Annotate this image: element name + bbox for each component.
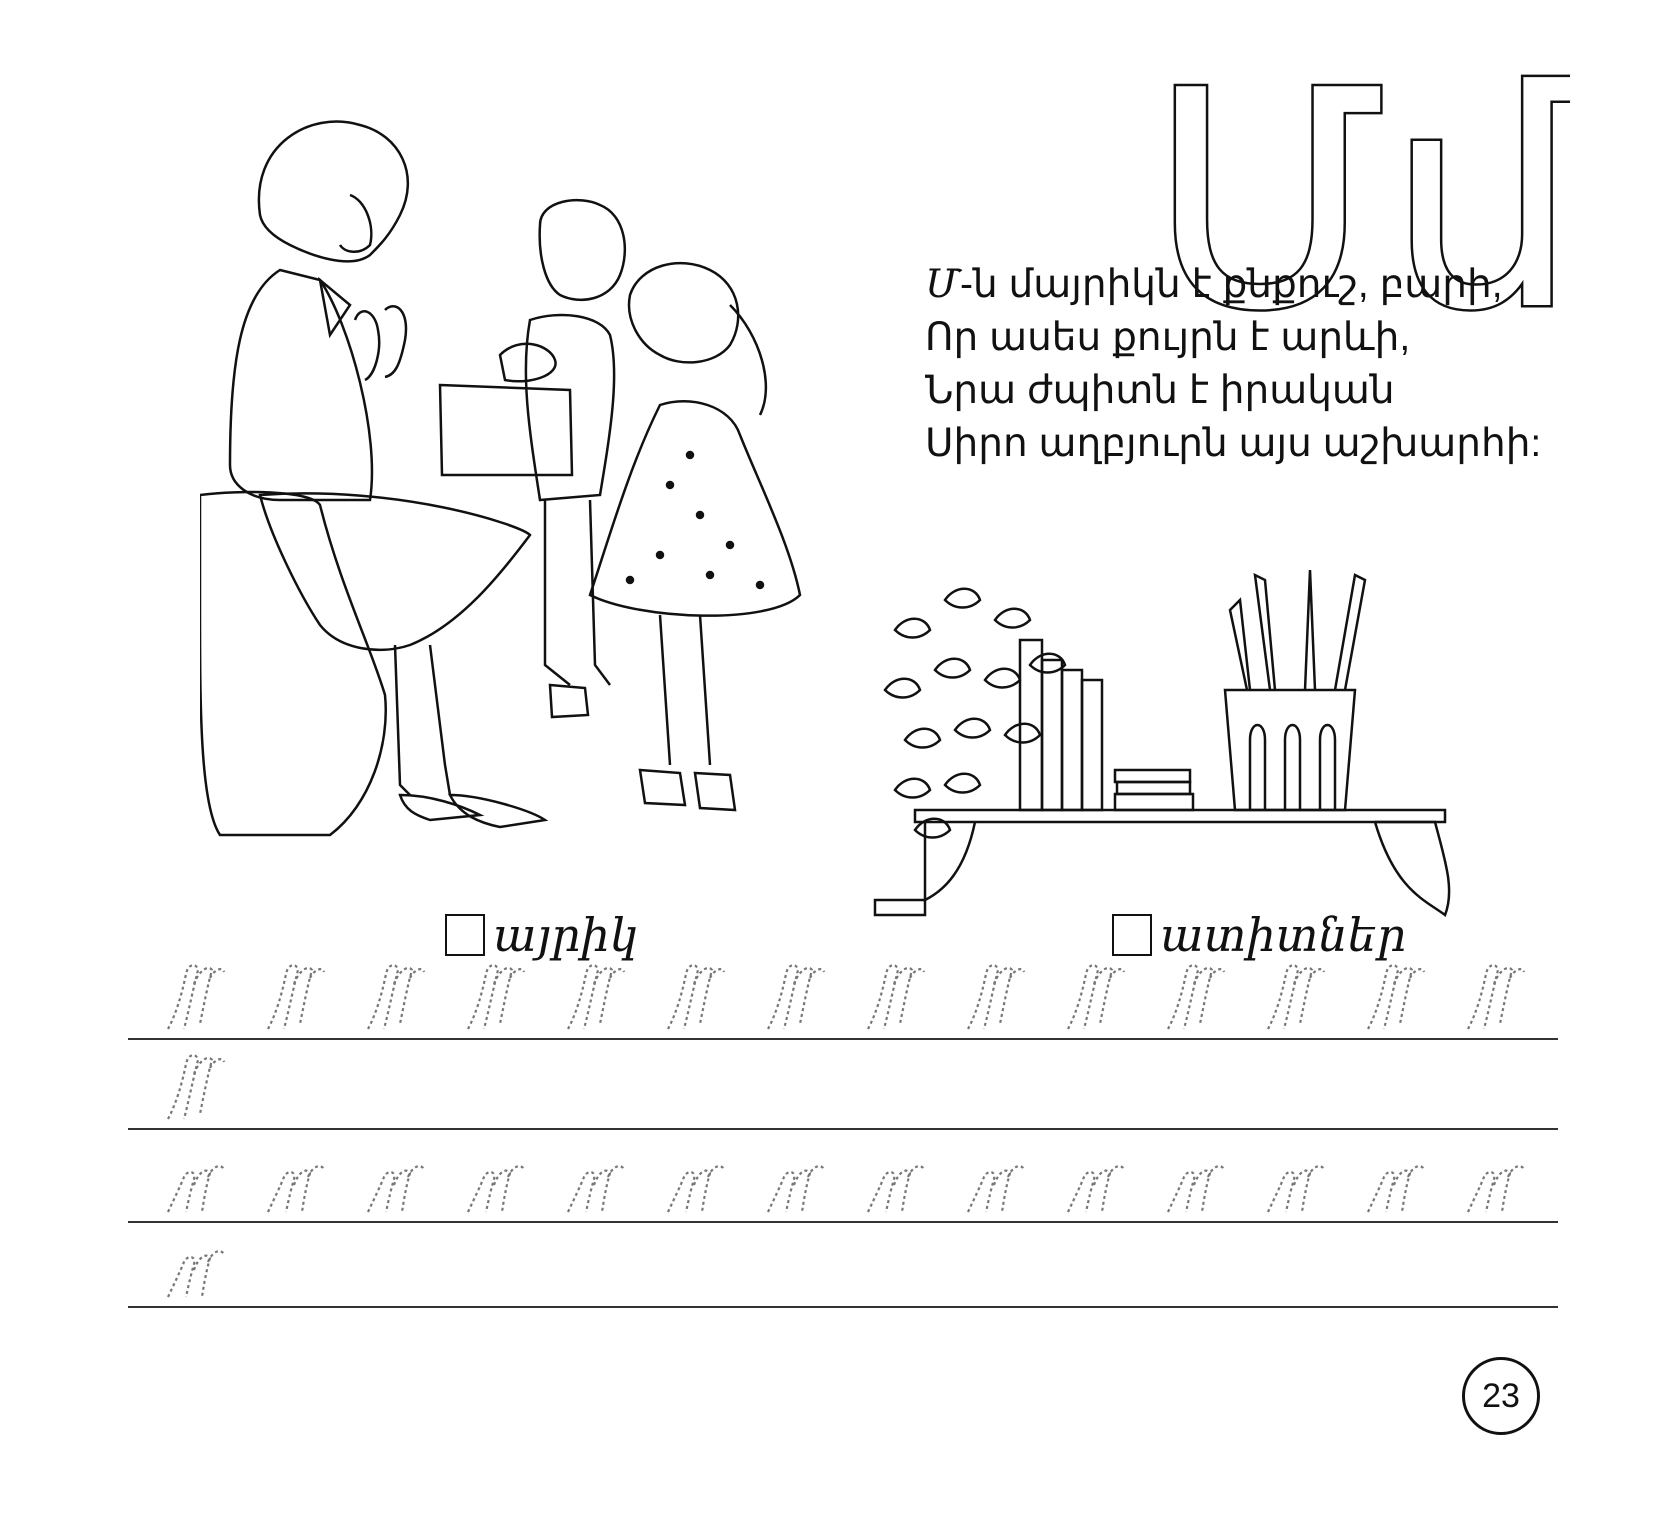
trace-letter: [1248, 954, 1348, 1034]
trace-letter: [348, 954, 448, 1034]
mother-children-illustration: [200, 120, 802, 837]
shelf-illustration: [873, 570, 1451, 917]
trace-letter: [1348, 954, 1448, 1034]
trace-letter: [1148, 954, 1248, 1034]
trace-letters-row-4: [148, 1222, 248, 1302]
trace-letter: [448, 954, 548, 1034]
trace-letter: [948, 954, 1048, 1034]
poem-line-3: Նրա ժպիտն է իրական: [925, 369, 1395, 412]
page-number: 23: [1462, 1357, 1540, 1435]
trace-letter: [248, 954, 348, 1034]
trace-letter: [748, 1137, 848, 1217]
trace-letter: [1048, 1137, 1148, 1217]
trace-letter: [548, 954, 648, 1034]
trace-letter: [148, 954, 248, 1034]
trace-letter: [548, 1137, 648, 1217]
trace-letter: [248, 1137, 348, 1217]
poem-line-1: Մ-ն մայրիկն է քնքուշ, բարի,: [925, 258, 1545, 311]
trace-letter: [148, 1137, 248, 1217]
trace-letter: [648, 954, 748, 1034]
trace-letter: [848, 1137, 948, 1217]
poem-text: Մ-ն մայրիկն է քնքուշ, բարի, Որ ասես քույ…: [925, 258, 1545, 470]
writing-line: [128, 1306, 1558, 1308]
trace-letter: [748, 954, 848, 1034]
writing-row-2[interactable]: [128, 1040, 1558, 1130]
trace-letter: [448, 1137, 548, 1217]
poem-line-4: Սիրո աղբյուրն այս աշխարհի:: [925, 422, 1542, 465]
poem-line-1-rest: -ն մայրիկն է քնքուշ, բարի,: [960, 263, 1503, 306]
trace-letters-row-2: [148, 1044, 248, 1124]
poem-line-1-prefix: Մ: [925, 262, 961, 307]
trace-letter: [1248, 1137, 1348, 1217]
trace-letter: [648, 1137, 748, 1217]
trace-letter: [1348, 1137, 1448, 1217]
writing-row-1[interactable]: [128, 950, 1558, 1040]
trace-letter: [148, 1222, 248, 1302]
trace-letter: [1448, 1137, 1548, 1217]
plant-leaves: [883, 587, 1067, 839]
trace-letter: [1148, 1137, 1248, 1217]
trace-letter: [148, 1044, 248, 1124]
trace-letter: [948, 1137, 1048, 1217]
writing-line: [128, 1128, 1558, 1130]
trace-letter: [348, 1137, 448, 1217]
trace-letter: [1448, 954, 1548, 1034]
trace-letters-row-1: [148, 954, 1548, 1034]
poem-line-2: Որ ասես քույրն է արևի,: [925, 316, 1411, 359]
writing-row-4[interactable]: [128, 1218, 1558, 1308]
trace-letters-row-3: [148, 1137, 1548, 1217]
trace-letter: [1048, 954, 1148, 1034]
writing-row-3[interactable]: [128, 1133, 1558, 1223]
trace-letter: [848, 954, 948, 1034]
